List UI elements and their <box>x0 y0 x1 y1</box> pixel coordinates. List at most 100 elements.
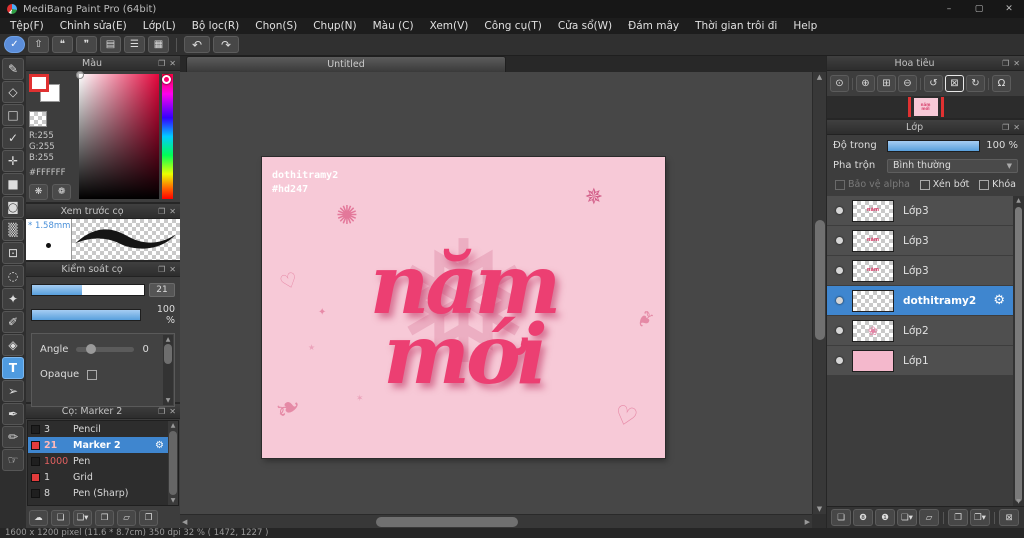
duplicate-brush-button[interactable]: ❐ <box>139 509 158 526</box>
blend-mode-select[interactable]: Bình thường ▼ <box>887 158 1018 173</box>
layer-row[interactable]: năm Lớp3 <box>827 196 1013 225</box>
menu-window[interactable]: Cửa sổ(W) <box>550 20 620 32</box>
scroll-down-icon[interactable]: ▼ <box>1013 498 1024 505</box>
menu-tools[interactable]: Công cụ(T) <box>476 20 549 32</box>
gradient-tool[interactable]: ▒ <box>2 219 24 241</box>
scrollbar-thumb[interactable] <box>376 517 518 527</box>
brush-folder-button[interactable]: ▱ <box>117 509 136 526</box>
scroll-down-icon[interactable]: ▼ <box>813 505 826 513</box>
panel-close-icon[interactable]: ✕ <box>169 265 176 274</box>
scroll-up-icon[interactable]: ▲ <box>166 335 171 344</box>
foreground-color-swatch[interactable] <box>29 74 49 92</box>
cloud-sync-button[interactable]: ✓ <box>4 36 25 53</box>
scroll-up-icon[interactable]: ▲ <box>813 73 826 81</box>
navigator-thumbnail[interactable]: năm mới <box>913 98 938 116</box>
shape-brush-tool[interactable]: □ <box>2 104 24 126</box>
palette-add-button[interactable]: ❁ <box>52 184 71 201</box>
scrollbar-thumb[interactable] <box>164 344 172 364</box>
layer-list-scrollbar[interactable]: ▲ ▼ <box>1013 196 1024 506</box>
add-layer-menu-button[interactable]: ❏▾ <box>897 509 917 526</box>
opaque-checkbox[interactable] <box>87 369 98 380</box>
scrollbar-thumb[interactable] <box>815 220 825 340</box>
panel-popout-icon[interactable]: ❐ <box>158 407 165 416</box>
canvas-vertical-scrollbar[interactable]: ▲ ▼ <box>812 72 826 514</box>
menu-filter[interactable]: Bộ lọc(R) <box>184 20 248 32</box>
transparent-color-swatch[interactable] <box>29 111 47 127</box>
layer-opacity-slider[interactable] <box>887 139 980 152</box>
maximize-button[interactable]: ▢ <box>964 0 994 18</box>
scroll-left-icon[interactable]: ◀ <box>182 515 187 528</box>
hand-tool[interactable]: ☞ <box>2 449 24 471</box>
sv-picker-marker[interactable] <box>76 71 84 79</box>
brush-settings-gear-icon[interactable]: ⚙ <box>155 440 164 451</box>
brush-row-pen[interactable]: 1000 Pen <box>28 453 178 469</box>
clipping-checkbox[interactable]: Xén bớt <box>919 179 969 190</box>
zoom-in-button[interactable]: ⊕ <box>856 75 875 92</box>
add-layer-button[interactable]: ❏ <box>831 509 851 526</box>
layer-visible-icon[interactable] <box>836 327 843 334</box>
brush-list-scrollbar[interactable]: ▲ ▼ <box>168 421 178 505</box>
panel-close-icon[interactable]: ✕ <box>169 407 176 416</box>
layer-row[interactable]: năm Lớp3 <box>827 226 1013 255</box>
fit-screen-button[interactable]: ⊞ <box>877 75 896 92</box>
panel-popout-icon[interactable]: ❐ <box>1002 59 1009 68</box>
document-button[interactable]: ▤ <box>100 36 121 53</box>
menu-view[interactable]: Xem(V) <box>422 20 477 32</box>
layer-visible-icon[interactable] <box>836 267 843 274</box>
saturation-value-picker[interactable] <box>76 71 159 199</box>
menu-edit[interactable]: Chỉnh sửa(E) <box>52 20 135 32</box>
panel-popout-icon[interactable]: ❐ <box>158 265 165 274</box>
menu-layer[interactable]: Lớp(L) <box>135 20 184 32</box>
chat-button[interactable]: ❝ <box>52 36 73 53</box>
cloud-brush-button[interactable]: ☁ <box>29 509 48 526</box>
minimize-button[interactable]: – <box>934 0 964 18</box>
layer-visible-icon[interactable] <box>836 207 843 214</box>
layer-row[interactable]: ❀ Lớp2 <box>827 316 1013 345</box>
merge-layer-button[interactable]: ❐▾ <box>970 509 990 526</box>
layer-row[interactable]: Lớp1 <box>827 346 1013 375</box>
document-tab[interactable]: Untitled <box>186 56 506 72</box>
menu-select[interactable]: Chọn(S) <box>247 20 305 32</box>
magic-wand-tool[interactable]: ✦ <box>2 288 24 310</box>
comment-button[interactable]: ❞ <box>76 36 97 53</box>
scroll-up-icon[interactable]: ▲ <box>171 421 176 430</box>
select-move-tool[interactable]: ■ <box>2 173 24 195</box>
script-brush-button[interactable]: ❒ <box>95 509 114 526</box>
close-button[interactable]: ✕ <box>994 0 1024 18</box>
scrollbar-thumb[interactable] <box>169 431 177 495</box>
palette-button[interactable]: ❋ <box>29 184 48 201</box>
alpha-protect-checkbox[interactable]: Bảo vệ alpha <box>835 179 910 190</box>
brush-size-slider[interactable] <box>31 284 145 296</box>
panel-popout-icon[interactable]: ❐ <box>1002 123 1009 132</box>
canvas-horizontal-scrollbar[interactable]: ◀ ▶ <box>180 514 812 528</box>
layer-folder-button[interactable]: ▱ <box>919 509 939 526</box>
select-pen-tool[interactable]: ✐ <box>2 311 24 333</box>
panel-close-icon[interactable]: ✕ <box>169 207 176 216</box>
rotation-lock-button[interactable]: Ω <box>992 75 1011 92</box>
menu-snap[interactable]: Chụp(N) <box>305 20 364 32</box>
operation-tool[interactable]: ➢ <box>2 380 24 402</box>
redo-button[interactable]: ↷ <box>213 36 239 53</box>
brush-size-value[interactable]: 21 <box>149 283 175 297</box>
layer-visible-icon[interactable] <box>836 357 843 364</box>
reset-rotation-button[interactable]: ⊠ <box>945 75 964 92</box>
layer-visible-icon[interactable] <box>836 237 843 244</box>
menu-color[interactable]: Màu (C) <box>365 20 422 32</box>
hue-slider[interactable] <box>162 74 173 199</box>
duplicate-layer-button[interactable]: ❐ <box>948 509 968 526</box>
select-eraser-tool[interactable]: ◈ <box>2 334 24 356</box>
scroll-down-icon[interactable]: ▼ <box>171 496 176 505</box>
scrollbar-thumb[interactable] <box>1015 207 1022 502</box>
lock-checkbox[interactable]: Khóa <box>979 179 1016 190</box>
bucket-tool[interactable]: ◙ <box>2 196 24 218</box>
layer-row-selected[interactable]: dothitramy2 ⚙ <box>827 286 1013 315</box>
eraser-tool[interactable]: ◇ <box>2 81 24 103</box>
menu-help[interactable]: Help <box>785 20 825 32</box>
menu-cloud[interactable]: Đám mây <box>620 20 687 32</box>
layer-row[interactable]: năm Lớp3 <box>827 256 1013 285</box>
menu-timelapse[interactable]: Thời gian trôi đi <box>687 20 785 32</box>
brush-row-marker2[interactable]: 21 Marker 2 ⚙ <box>28 437 178 453</box>
layer-settings-gear-icon[interactable]: ⚙ <box>993 293 1005 308</box>
layer-visible-icon[interactable] <box>836 297 843 304</box>
menu-file[interactable]: Tệp(F) <box>2 20 52 32</box>
